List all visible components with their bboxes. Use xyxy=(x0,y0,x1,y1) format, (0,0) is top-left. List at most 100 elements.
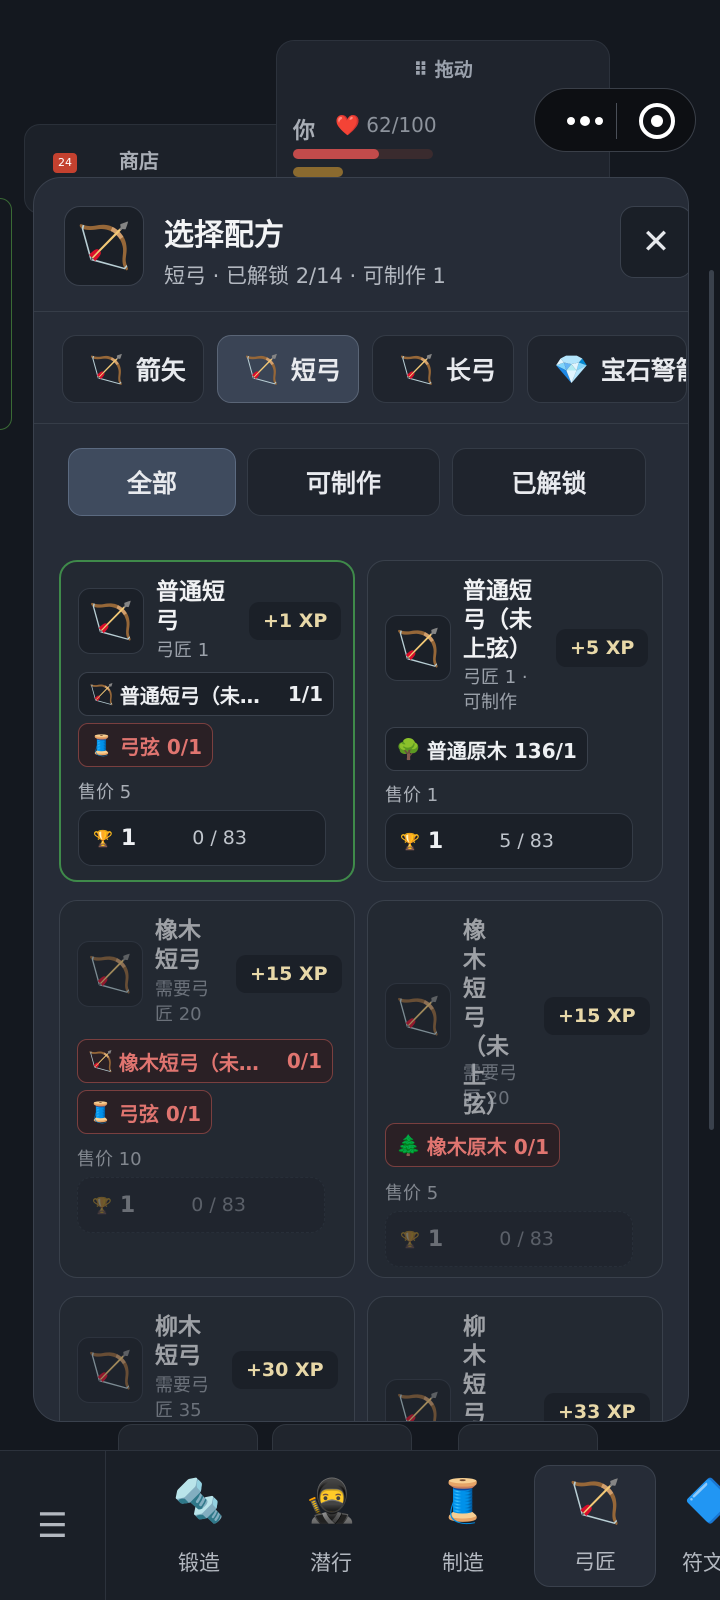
rune-icon: 🔷 xyxy=(684,1476,720,1525)
recipe-name: 柳木短弓 xyxy=(155,1314,201,1369)
trophy-progress-text: 0 / 83 xyxy=(191,1194,246,1216)
tab-long-bow[interactable]: 🏹 长弓 xyxy=(372,335,514,403)
recipe-select-modal: 🏹 选择配方 短弓 · 已解锁 2/14 · 可制作 1 ✕ 🏹 箭矢 🏹 短弓 🏹… xyxy=(33,177,689,1422)
sell-price: 售价 1 xyxy=(385,785,439,806)
trophy-progress: 🏆 1 0 / 83 xyxy=(385,1211,633,1267)
recipe-name: 普通短弓 xyxy=(156,579,225,634)
nav-item-smithing[interactable]: 🔩 锻造 xyxy=(138,1451,260,1600)
thread-icon: 🧵 xyxy=(436,1476,490,1525)
tab-label: 短弓 xyxy=(290,356,341,385)
thread-icon: 🧵 xyxy=(89,733,114,757)
nav-item-fletching[interactable]: 🏹 弓匠 xyxy=(534,1465,656,1587)
ingredient-amount: 1/1 xyxy=(287,682,323,706)
bow-icon: 🏹 xyxy=(78,588,144,654)
divider xyxy=(34,311,688,312)
tab-label: 长弓 xyxy=(445,356,496,385)
bow-icon: 🏹 xyxy=(385,1379,451,1421)
xp-badge: +1 XP xyxy=(249,602,342,640)
close-icon: ✕ xyxy=(641,222,671,262)
calendar-icon: 24 xyxy=(53,153,77,173)
nav-label: 锻造 xyxy=(178,1551,220,1575)
ingredient-name: 橡木原木 0/1 xyxy=(426,1134,550,1159)
bow-icon: 🏹 xyxy=(88,1049,113,1073)
secondary-bar xyxy=(293,167,343,177)
sell-price: 售价 10 xyxy=(77,1149,142,1170)
ingredient-amount: 0/1 xyxy=(286,1049,322,1073)
ninja-icon: 🥷 xyxy=(304,1476,358,1525)
ingredient-chip: 🌳 普通原木 136/1 xyxy=(385,727,588,771)
trophy-count: 1 xyxy=(120,825,137,851)
capsule-divider xyxy=(616,103,617,139)
category-tabs: 🏹 箭矢 🏹 短弓 🏹 长弓 💎 宝石弩箭 xyxy=(62,335,688,403)
trophy-progress: 🏆 1 0 / 83 xyxy=(78,810,326,866)
tab-gem-crossbow[interactable]: 💎 宝石弩箭 xyxy=(527,335,687,403)
trophy-progress-text: 5 / 83 xyxy=(499,830,554,852)
tab-arrows[interactable]: 🏹 箭矢 xyxy=(62,335,204,403)
trophy-icon: 🏆 xyxy=(400,831,420,851)
trophy-icon: 🏆 xyxy=(93,828,113,848)
evergreen-tree-icon: 🌲 xyxy=(396,1133,421,1157)
bottom-nav: ☰ 🔩 锻造 🥷 潜行 🧵 制造 🏹 弓匠 🔷 符文 xyxy=(0,1450,720,1600)
recipe-card[interactable]: 🏹 普通短弓（未上弦） 弓匠 1 · 可制作 +5 XP 🌳 普通原木 136/1… xyxy=(367,560,663,882)
filter-craftable[interactable]: 可制作 xyxy=(247,448,440,516)
bow-icon: 🏹 xyxy=(89,682,114,706)
shop-label: 商店 xyxy=(119,149,159,173)
nav-label: 制造 xyxy=(442,1551,484,1575)
recipe-requirement: 弓匠 1 · 可制作 xyxy=(463,667,528,713)
recipe-requirement: 弓匠 1 xyxy=(156,640,210,661)
bolt-icon: 🔩 xyxy=(172,1476,226,1525)
xp-badge: +15 XP xyxy=(544,997,650,1035)
trophy-count: 1 xyxy=(427,828,444,854)
gem-icon: 💎 xyxy=(554,352,589,386)
player-hp: ❤️ 62/100 xyxy=(335,113,437,137)
recipe-card-locked[interactable]: 🏹 柳木短弓（未上 +33 XP xyxy=(367,1296,663,1421)
recipe-requirement: 需要弓匠 20 xyxy=(155,979,209,1025)
recipe-card-locked[interactable]: 🏹 橡木短弓 需要弓匠 20 +15 XP 🏹 橡木短弓（未… 0/1 🧵 弓弦 0/… xyxy=(59,900,355,1278)
player-label: 你 xyxy=(293,119,316,144)
bow-icon: 🏹 xyxy=(385,983,451,1049)
ingredient-chip-missing: 🏹 橡木短弓（未… 0/1 xyxy=(77,1039,333,1083)
recipe-card[interactable]: 🏹 普通短弓 弓匠 1 +1 XP 🏹 普通短弓（未… 1/1 🧵 弓弦 0/1 售价… xyxy=(59,560,355,882)
ingredient-chip-missing: 🌲 橡木原木 0/1 xyxy=(385,1123,561,1167)
xp-badge: +15 XP xyxy=(236,955,342,993)
recipe-requirement: 需要弓匠 20 xyxy=(463,1063,517,1109)
nav-item-crafting[interactable]: 🧵 制造 xyxy=(402,1451,524,1600)
trophy-progress-text: 0 / 83 xyxy=(192,827,247,849)
nav-label: 潜行 xyxy=(310,1551,352,1575)
ingredient-name: 普通原木 136/1 xyxy=(426,738,577,763)
xp-badge: +5 XP xyxy=(556,629,649,667)
bow-icon: 🏹 xyxy=(77,1337,143,1403)
bow-icon: 🏹 xyxy=(77,941,143,1007)
nav-item-stealth[interactable]: 🥷 潜行 xyxy=(270,1451,392,1600)
recipe-card-locked[interactable]: 🏹 橡木短弓（未上弦） 需要弓匠 20 +15 XP 🌲 橡木原木 0/1 售价 … xyxy=(367,900,663,1278)
menu-button[interactable]: ☰ xyxy=(0,1451,106,1600)
sell-price: 售价 5 xyxy=(78,782,132,803)
trophy-progress: 🏆 1 5 / 83 xyxy=(385,813,633,869)
close-miniprogram-icon[interactable] xyxy=(639,103,675,139)
drag-handle-title[interactable]: ⠿ 拖动 xyxy=(277,55,609,82)
trophy-icon: 🏆 xyxy=(92,1195,112,1215)
tab-short-bow[interactable]: 🏹 短弓 xyxy=(217,335,359,403)
close-button[interactable]: ✕ xyxy=(620,206,688,278)
thread-icon: 🧵 xyxy=(88,1100,113,1124)
tab-label: 宝石弩箭 xyxy=(600,356,686,385)
background-panel-edge xyxy=(0,198,12,430)
bow-icon: 🏹 xyxy=(244,352,279,386)
ingredient-name: 弓弦 0/1 xyxy=(118,1101,202,1126)
xp-badge: +30 XP xyxy=(232,1351,338,1389)
bow-icon: 🏹 xyxy=(568,1477,622,1526)
ingredient-chip-missing: 🧵 弓弦 0/1 xyxy=(78,723,214,767)
nav-item-runes[interactable]: 🔷 符文 xyxy=(666,1451,720,1600)
tab-label: 箭矢 xyxy=(135,356,186,385)
nav-label: 弓匠 xyxy=(574,1550,616,1574)
divider xyxy=(34,423,688,424)
bow-icon: 🏹 xyxy=(385,615,451,681)
recipe-name: 橡木短弓 xyxy=(155,918,201,973)
modal-subtitle: 短弓 · 已解锁 2/14 · 可制作 1 xyxy=(164,264,446,288)
more-icon[interactable] xyxy=(555,89,615,153)
bow-icon: 🏹 xyxy=(89,352,124,386)
filter-unlocked[interactable]: 已解锁 xyxy=(452,448,646,516)
filter-all[interactable]: 全部 xyxy=(68,448,236,516)
recipe-card-locked[interactable]: 🏹 柳木短弓 需要弓匠 35 +30 XP xyxy=(59,1296,355,1421)
scrollbar[interactable] xyxy=(709,270,714,1130)
